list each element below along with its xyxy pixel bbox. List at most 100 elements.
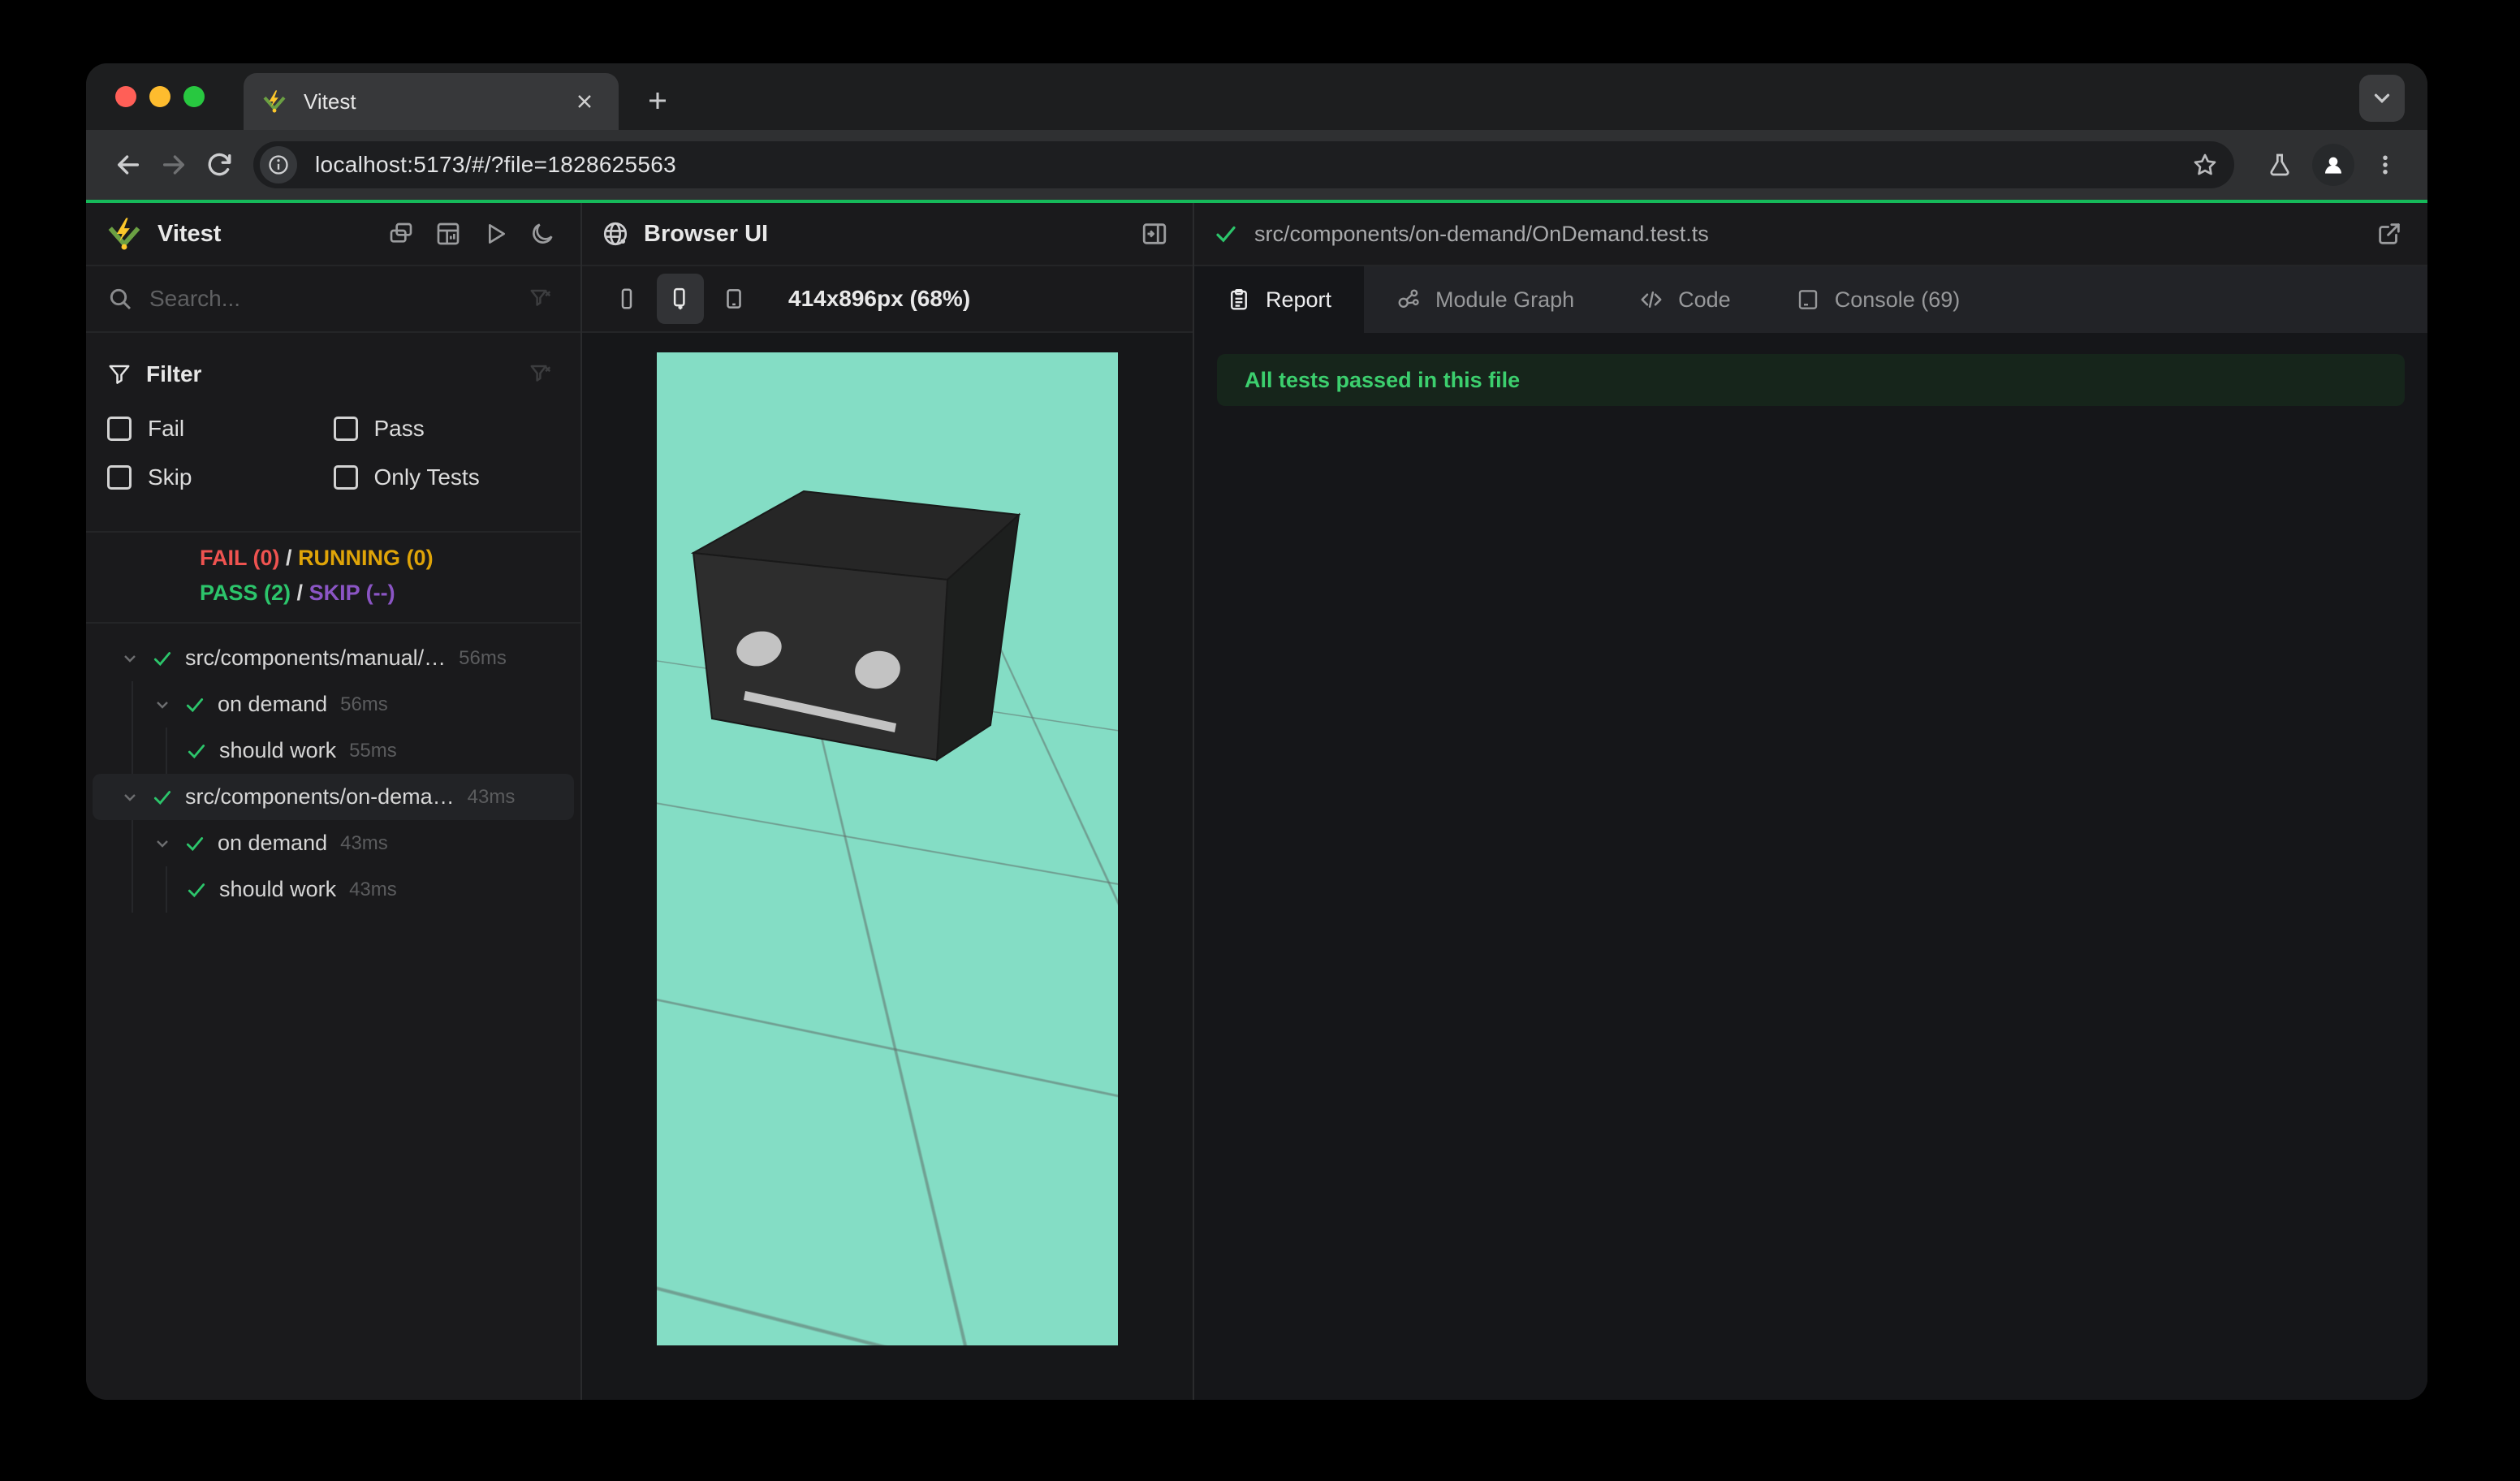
device-phone-plus-button[interactable] bbox=[657, 274, 704, 324]
address-bar[interactable]: localhost:5173/#/?file=1828625563 bbox=[253, 141, 2234, 188]
tab-label: Report bbox=[1266, 287, 1332, 312]
test-duration: 43ms bbox=[467, 785, 516, 808]
checkbox-label: Skip bbox=[148, 464, 192, 490]
device-toolbar: 414x896px (68%) bbox=[582, 266, 1193, 333]
browser-ui-panel: Browser UI 414x896px (68%) bbox=[582, 203, 1194, 1400]
dark-mode-moon-icon[interactable] bbox=[524, 215, 561, 253]
tree-test-row[interactable]: should work 43ms bbox=[167, 866, 580, 913]
dock-panel-right-icon[interactable] bbox=[1136, 215, 1173, 253]
bookmark-star-icon[interactable] bbox=[2184, 144, 2226, 186]
viewport-size-label: 414x896px (68%) bbox=[788, 286, 971, 311]
tree-file-row[interactable]: src/components/manual/… 56ms bbox=[86, 635, 580, 681]
profile-avatar[interactable] bbox=[2312, 144, 2354, 186]
report-layout-icon[interactable] bbox=[429, 215, 467, 253]
filter-checkbox-fail[interactable]: Fail bbox=[107, 404, 334, 453]
report-panel: src/components/on-demand/OnDemand.test.t… bbox=[1194, 203, 2427, 1400]
chevron-down-icon[interactable] bbox=[146, 695, 179, 715]
chevron-down-icon[interactable] bbox=[114, 788, 146, 807]
tab-label: Console (69) bbox=[1834, 287, 1961, 312]
tree-suite-row[interactable]: on demand 56ms bbox=[133, 681, 580, 728]
report-tabs: Report Module Graph Code Console (69) bbox=[1194, 266, 2427, 333]
open-external-icon[interactable] bbox=[2371, 215, 2408, 253]
test-file-path: src/components/on-demand/OnDemand.test.t… bbox=[1254, 221, 1709, 246]
clear-filter-icon[interactable] bbox=[522, 356, 559, 393]
tree-suite-row[interactable]: on demand 43ms bbox=[133, 820, 580, 866]
tree-test-row[interactable]: should work 55ms bbox=[167, 728, 580, 774]
tab-search-chevron-button[interactable] bbox=[2359, 75, 2405, 122]
checkbox-label: Fail bbox=[148, 416, 185, 441]
filter-block: Filter Fail Pass Skip Only Tests bbox=[86, 333, 580, 512]
browser-toolbar: localhost:5173/#/?file=1828625563 bbox=[86, 130, 2427, 200]
tab-strip: Vitest bbox=[86, 63, 2427, 130]
test-tree: src/components/manual/… 56ms on demand 5… bbox=[86, 635, 580, 913]
back-button[interactable] bbox=[106, 142, 151, 188]
test-name: on demand bbox=[218, 831, 328, 855]
checkbox-icon[interactable] bbox=[333, 417, 358, 441]
skip-count: SKIP (--) bbox=[309, 581, 395, 605]
tab-code[interactable]: Code bbox=[1607, 266, 1763, 333]
browser-window: Vitest localhost:5173/#/?file=1828625563 bbox=[86, 63, 2427, 1400]
test-name: on demand bbox=[218, 692, 328, 716]
close-window-button[interactable] bbox=[115, 86, 136, 107]
funnel-icon bbox=[107, 362, 132, 386]
vitest-logo-icon bbox=[106, 215, 143, 253]
running-count: RUNNING (0) bbox=[298, 546, 434, 570]
vitest-favicon-icon bbox=[261, 89, 287, 114]
test-duration: 56ms bbox=[340, 693, 388, 715]
url-text[interactable]: localhost:5173/#/?file=1828625563 bbox=[315, 152, 2184, 178]
globe-icon bbox=[602, 220, 629, 248]
file-pass-check-icon bbox=[1214, 222, 1238, 246]
filter-checkbox-pass[interactable]: Pass bbox=[333, 404, 560, 453]
filter-checkbox-only-tests[interactable]: Only Tests bbox=[333, 453, 560, 502]
test-name: should work bbox=[219, 877, 337, 901]
test-duration: 43ms bbox=[340, 831, 388, 854]
chevron-down-icon[interactable] bbox=[114, 649, 146, 668]
test-name: src/components/manual/… bbox=[185, 646, 447, 670]
tab-close-icon[interactable] bbox=[568, 85, 601, 118]
vitest-app: Vitest Search... Filter Fail Pass Skip O… bbox=[86, 203, 2427, 1400]
device-tablet-button[interactable] bbox=[710, 274, 757, 324]
test-name: should work bbox=[219, 738, 337, 762]
pass-check-icon bbox=[180, 740, 213, 762]
checkbox-label: Pass bbox=[373, 416, 425, 441]
checkbox-icon[interactable] bbox=[333, 465, 358, 490]
forward-button[interactable] bbox=[151, 142, 196, 188]
test-name: src/components/on-dema… bbox=[185, 784, 455, 809]
robot-cube-render bbox=[690, 490, 1021, 762]
test-status-summary: FAIL (0) / RUNNING (0) PASS (2) / SKIP (… bbox=[86, 531, 580, 624]
new-tab-button[interactable] bbox=[635, 78, 680, 123]
reload-button[interactable] bbox=[196, 142, 242, 188]
checkbox-icon[interactable] bbox=[107, 417, 132, 441]
dashboard-windows-icon[interactable] bbox=[382, 215, 420, 253]
experiments-flask-icon[interactable] bbox=[2257, 142, 2302, 188]
zoom-window-button[interactable] bbox=[183, 86, 205, 107]
sidebar: Vitest Search... Filter Fail Pass Skip O… bbox=[86, 203, 582, 1400]
search-row bbox=[86, 266, 580, 333]
test-viewport bbox=[657, 352, 1118, 1345]
sidebar-title: Vitest bbox=[158, 220, 222, 247]
checkbox-icon[interactable] bbox=[107, 465, 132, 490]
search-input[interactable] bbox=[149, 286, 506, 312]
tab-title: Vitest bbox=[304, 89, 356, 114]
clear-search-filter-icon[interactable] bbox=[522, 280, 559, 317]
run-all-play-icon[interactable] bbox=[477, 215, 514, 253]
menu-kebab-icon[interactable] bbox=[2362, 142, 2408, 188]
tab-console[interactable]: Console (69) bbox=[1763, 266, 1993, 333]
pass-count: PASS (2) bbox=[200, 581, 291, 605]
filter-checkbox-skip[interactable]: Skip bbox=[107, 453, 334, 502]
minimize-window-button[interactable] bbox=[149, 86, 170, 107]
browser-ui-header: Browser UI bbox=[582, 203, 1193, 266]
browser-tab[interactable]: Vitest bbox=[244, 73, 619, 130]
tab-report[interactable]: Report bbox=[1194, 266, 1365, 333]
chevron-down-icon[interactable] bbox=[146, 834, 179, 853]
tab-module-graph[interactable]: Module Graph bbox=[1364, 266, 1607, 333]
pass-check-icon bbox=[180, 879, 213, 900]
checkbox-label: Only Tests bbox=[373, 464, 480, 490]
search-icon bbox=[107, 286, 133, 312]
sidebar-header: Vitest bbox=[86, 203, 580, 266]
test-duration: 56ms bbox=[459, 646, 507, 669]
banner-text: All tests passed in this file bbox=[1245, 367, 1521, 392]
site-info-icon[interactable] bbox=[260, 146, 297, 184]
tree-file-row-selected[interactable]: src/components/on-dema… 43ms bbox=[93, 774, 574, 820]
device-phone-small-button[interactable] bbox=[603, 274, 650, 324]
